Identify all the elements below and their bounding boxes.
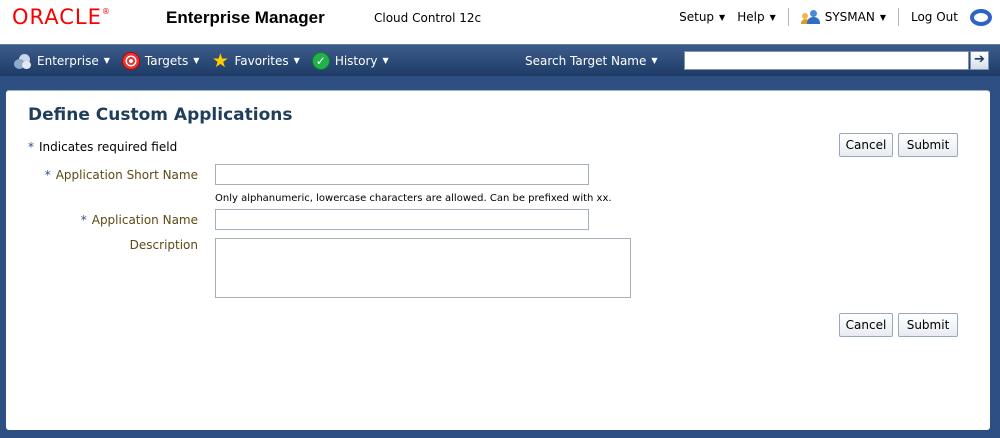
setup-menu[interactable]: Setup ▼ [679,10,725,24]
logout-link[interactable]: Log Out [911,10,958,24]
help-menu[interactable]: Help ▼ [737,10,776,24]
user-menu[interactable]: SYSMAN ▼ [800,10,886,24]
required-note-text: Indicates required field [39,140,178,154]
history-icon: ✓ [311,51,330,70]
app-name-label-text: Application Name [91,213,198,227]
short-name-label: * Application Short Name [6,168,198,182]
enterprise-cloud-icon [14,52,32,70]
oracle-o-icon [970,8,992,26]
app-name-label: * Application Name [6,213,198,227]
nav-targets-label: Targets [144,53,189,68]
required-marker: * [28,140,34,154]
oracle-logo: ORACLE® [12,5,110,29]
arrow-right-icon: ➔ [974,52,985,67]
divider [897,8,899,26]
search-target-label: Search Target Name [525,53,647,68]
nav-favorites-menu[interactable]: ★ Favorites ▼ [211,49,300,72]
short-name-label-text: Application Short Name [55,168,198,182]
nav-history-menu[interactable]: ✓ History ▼ [311,51,389,70]
submit-button-bottom[interactable]: Submit [898,313,958,337]
nav-enterprise-label: Enterprise [37,53,99,68]
required-field-note: * Indicates required field [28,140,177,154]
brand-bar: ORACLE® Enterprise Manager Cloud Control… [0,0,1000,34]
star-icon: ★ [211,49,229,72]
setup-label: Setup [679,10,715,24]
short-name-hint: Only alphanumeric, lowercase characters … [215,193,612,204]
product-title: Enterprise Manager [166,8,325,27]
search-target-input[interactable] [684,51,969,70]
target-icon [121,51,140,70]
application-short-name-input[interactable] [215,164,589,185]
cancel-button-bottom[interactable]: Cancel [839,313,893,337]
search-go-button[interactable]: ➔ [970,51,989,70]
user-label: SYSMAN [824,10,875,24]
nav-targets-menu[interactable]: Targets ▼ [121,51,200,70]
nav-enterprise-menu[interactable]: Enterprise ▼ [14,52,110,70]
description-textarea[interactable] [215,238,631,298]
global-links: Setup ▼ Help ▼ SYSMAN ▼ Log Out [667,0,1000,34]
required-marker: * [80,213,87,227]
chevron-down-icon: ▼ [719,12,726,22]
main-nav: Enterprise ▼ Targets ▼ ★ Favorites ▼ ✓ Hist… [0,44,1000,76]
chevron-down-icon: ▼ [293,56,300,65]
submit-button[interactable]: Submit [898,133,958,157]
page-title: Define Custom Applications [28,105,293,125]
product-subtitle: Cloud Control 12c [374,11,482,25]
content-panel: Define Custom Applications * Indicates re… [6,90,990,430]
application-name-input[interactable] [215,209,589,230]
content-frame: Define Custom Applications * Indicates re… [0,76,1000,438]
chevron-down-icon: ▼ [193,56,200,65]
help-label: Help [737,10,765,24]
cancel-button[interactable]: Cancel [839,133,893,157]
chevron-down-icon: ▼ [382,56,389,65]
chevron-down-icon: ▼ [879,12,886,22]
chevron-down-icon: ▼ [103,56,110,65]
description-label: Description [129,238,198,252]
search-target-type-menu[interactable]: Search Target Name ▼ [525,45,658,76]
nav-history-label: History [334,53,378,68]
divider [787,8,789,26]
chevron-down-icon: ▼ [769,12,776,22]
required-marker: * [44,168,51,182]
chevron-down-icon: ▼ [651,56,658,65]
user-icon [800,10,821,24]
nav-favorites-label: Favorites [234,53,289,68]
